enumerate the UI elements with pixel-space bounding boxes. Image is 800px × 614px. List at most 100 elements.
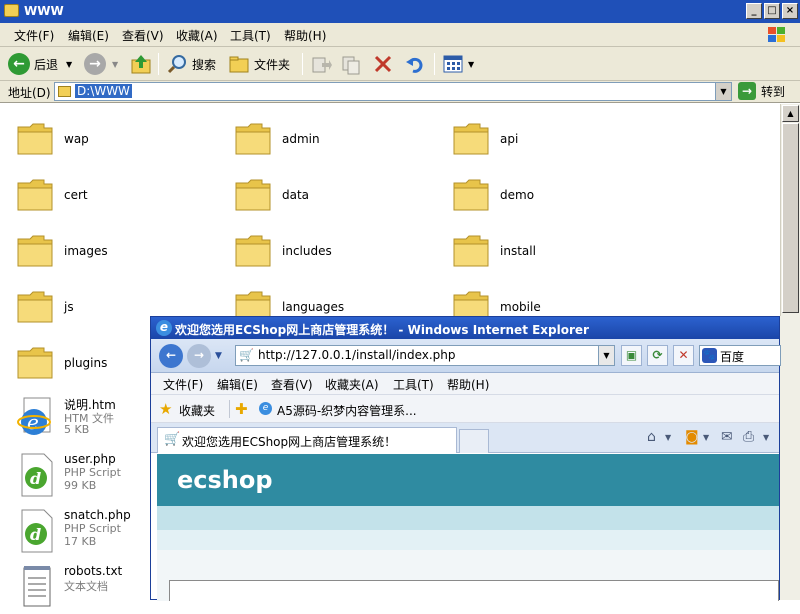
file-type: PHP Script — [64, 522, 121, 535]
favorites-star-icon[interactable]: ★ — [159, 400, 172, 418]
menu-file[interactable]: 文件(F) — [14, 27, 54, 44]
views-button[interactable]: ▼ — [442, 51, 474, 77]
dropdown-arrow-icon[interactable]: ▼ — [763, 433, 769, 442]
ie-menu-view[interactable]: 查看(V) — [271, 376, 313, 393]
folder-icon — [453, 179, 489, 211]
tab-bar: 🛒 欢迎您选用ECShop网上商店管理系统！ ⌂ ▼ ◙ ▼ ✉ ⎙ ▼ — [151, 423, 779, 453]
folders-label: 文件夹 — [254, 57, 291, 72]
forward-button[interactable]: → ▼ — [84, 51, 118, 77]
home-icon[interactable]: ⌂ — [647, 429, 656, 445]
php-script-icon: d — [21, 509, 53, 553]
ie-menu-help[interactable]: 帮助(H) — [447, 376, 489, 393]
add-favorite-icon[interactable]: ✚ — [235, 400, 248, 418]
address-input[interactable]: D:\WWW ▼ — [54, 82, 732, 101]
dropdown-arrow-icon: ▼ — [66, 59, 73, 69]
refresh-button[interactable]: ⟳ — [647, 345, 668, 366]
ie-menu-file[interactable]: 文件(F) — [163, 376, 203, 393]
file-item[interactable]: d user.php PHP Script 99 KB — [16, 452, 166, 502]
folder-item[interactable]: images — [16, 230, 226, 278]
folder-icon — [235, 179, 271, 211]
search-button[interactable]: 搜索 — [166, 51, 216, 77]
compatibility-view-button[interactable]: ▣ — [621, 345, 642, 366]
ie-document-icon: e — [17, 397, 51, 435]
folder-name: install — [500, 244, 536, 258]
file-item[interactable]: robots.txt 文本文档 — [16, 564, 166, 614]
menu-help[interactable]: 帮助(H) — [284, 27, 326, 44]
folder-item[interactable]: install — [452, 230, 662, 278]
ie-back-button[interactable]: ← — [159, 344, 183, 368]
ie-menu-favorites[interactable]: 收藏夹(A) — [325, 376, 379, 393]
folder-item[interactable]: api — [452, 118, 662, 166]
folder-name: demo — [500, 188, 535, 202]
folder-item[interactable]: wap — [16, 118, 226, 166]
minimize-button[interactable]: _ — [746, 3, 762, 19]
folder-icon — [4, 4, 19, 17]
tab-ecshop[interactable]: 🛒 欢迎您选用ECShop网上商店管理系统！ — [157, 427, 457, 453]
file-item[interactable]: e 说明.htm HTM 文件 5 KB — [16, 396, 166, 446]
scroll-thumb[interactable] — [782, 123, 799, 313]
favorite-link[interactable]: A5源码-织梦内容管理系... — [277, 402, 417, 419]
move-to-button[interactable] — [310, 51, 332, 77]
address-dropdown-button[interactable]: ▼ — [715, 83, 731, 100]
ie-navigation-bar: ← → ▼ 🛒 http://127.0.0.1/install/index.p… — [151, 339, 781, 373]
baidu-icon: 🐾 — [702, 348, 717, 363]
favorites-bar: ★ 收藏夹 ✚ e A5源码-织梦内容管理系... — [151, 395, 779, 423]
search-input[interactable]: 🐾 百度 — [699, 345, 781, 366]
menu-favorites[interactable]: 收藏(A) — [176, 27, 218, 44]
file-item[interactable]: d snatch.php PHP Script 17 KB — [16, 508, 166, 558]
maximize-button[interactable]: □ — [764, 3, 780, 19]
go-arrow-icon: → — [738, 82, 756, 100]
window-title: WWW — [24, 4, 64, 18]
file-size: 99 KB — [64, 479, 97, 492]
menu-view[interactable]: 查看(V) — [122, 27, 164, 44]
ie-menu-edit[interactable]: 编辑(E) — [217, 376, 258, 393]
folder-item[interactable]: admin — [234, 118, 444, 166]
folder-item[interactable]: demo — [452, 174, 662, 222]
folder-name: admin — [282, 132, 320, 146]
copy-to-button[interactable] — [340, 51, 362, 77]
go-button[interactable]: → 转到 — [738, 82, 785, 100]
ie-logo-icon: e — [156, 320, 172, 336]
search-placeholder: 百度 — [720, 350, 745, 364]
folder-name: cert — [64, 188, 88, 202]
scroll-up-button[interactable]: ▲ — [782, 105, 799, 122]
url-input[interactable]: 🛒 http://127.0.0.1/install/index.php ▼ — [235, 345, 615, 366]
explorer-title-bar[interactable]: WWW _ □ × — [0, 0, 800, 23]
ecshop-content-panel — [169, 580, 779, 601]
favorites-button[interactable]: 收藏夹 — [179, 402, 215, 419]
folder-icon — [17, 291, 53, 323]
rss-feed-icon[interactable]: ◙ — [685, 429, 699, 445]
folder-icon — [17, 235, 53, 267]
back-button[interactable]: ← 后退 ▼ — [8, 51, 72, 77]
undo-button[interactable] — [404, 51, 426, 77]
file-name: snatch.php — [64, 508, 131, 522]
menu-tools[interactable]: 工具(T) — [230, 27, 271, 44]
url-dropdown-button[interactable]: ▼ — [598, 346, 614, 365]
ie-window-title: 欢迎您选用ECShop网上商店管理系统！ - Windows Internet … — [175, 323, 589, 337]
explorer-scrollbar-lower — [780, 316, 800, 600]
up-folder-button[interactable] — [130, 51, 152, 77]
ie-forward-button[interactable]: → — [187, 344, 211, 368]
folder-item[interactable]: cert — [16, 174, 226, 222]
file-size: 17 KB — [64, 535, 97, 548]
delete-button[interactable] — [372, 51, 394, 77]
ie-menu-tools[interactable]: 工具(T) — [393, 376, 434, 393]
ie-title-bar[interactable]: e 欢迎您选用ECShop网上商店管理系统！ - Windows Interne… — [151, 317, 779, 339]
ecshop-nav-band — [157, 506, 779, 530]
stop-button[interactable]: ✕ — [673, 345, 694, 366]
dropdown-arrow-icon[interactable]: ▼ — [665, 433, 671, 442]
delete-icon — [374, 55, 392, 73]
folder-item[interactable]: data — [234, 174, 444, 222]
go-label: 转到 — [761, 84, 786, 99]
print-icon[interactable]: ⎙ — [743, 429, 754, 445]
address-label: 地址(D) — [8, 86, 51, 100]
file-size: 5 KB — [64, 423, 90, 436]
mail-icon[interactable]: ✉ — [721, 429, 733, 445]
menu-edit[interactable]: 编辑(E) — [68, 27, 109, 44]
history-dropdown-icon[interactable]: ▼ — [215, 351, 222, 361]
folders-button[interactable]: 文件夹 — [228, 51, 290, 77]
dropdown-arrow-icon[interactable]: ▼ — [703, 433, 709, 442]
close-button[interactable]: × — [782, 3, 798, 19]
folder-item[interactable]: includes — [234, 230, 444, 278]
new-tab-button[interactable] — [459, 429, 489, 453]
